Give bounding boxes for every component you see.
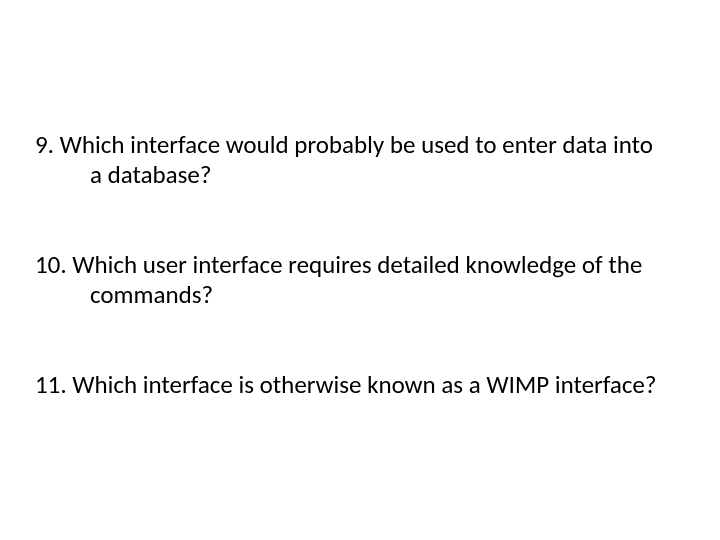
question-number: 10.	[35, 249, 67, 280]
question-10: 10. Which user interface requires detail…	[35, 250, 670, 310]
question-text: Which interface would probably be used t…	[54, 129, 653, 190]
question-text: Which interface is otherwise known as a …	[67, 369, 657, 400]
question-text: Which user interface requires detailed k…	[67, 249, 643, 310]
question-number: 11.	[35, 369, 67, 400]
question-number: 9.	[35, 129, 54, 160]
question-11: 11. Which interface is otherwise known a…	[35, 370, 670, 400]
question-9: 9. Which interface would probably be use…	[35, 130, 670, 190]
